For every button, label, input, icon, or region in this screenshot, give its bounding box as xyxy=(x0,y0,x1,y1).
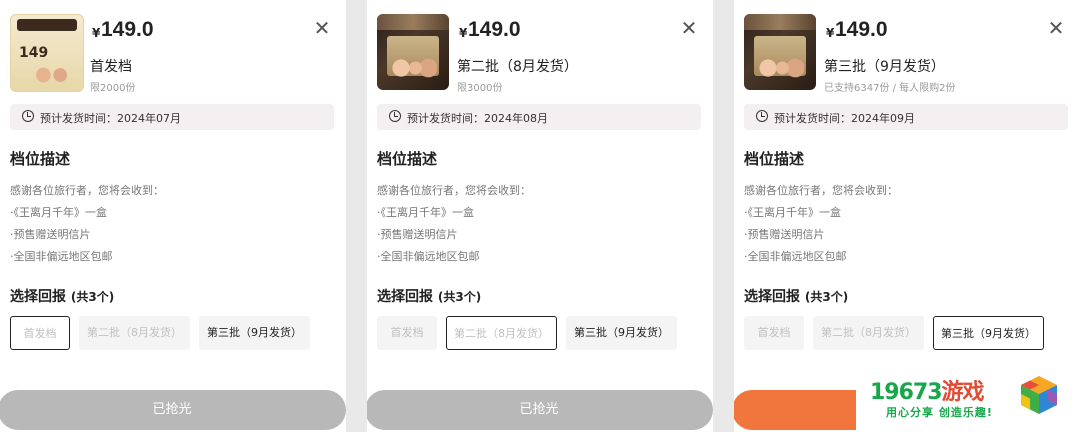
thumbnail-banner xyxy=(17,19,77,31)
tier-limit: 限3000份 xyxy=(457,83,503,94)
option-third-batch[interactable]: 第三批（9月发货） xyxy=(199,316,310,350)
option-count: (共3个) xyxy=(804,290,849,304)
box-lid xyxy=(744,14,816,30)
option-second-batch[interactable]: 第二批（8月发货） xyxy=(79,316,190,350)
shipping-text: 预计发货时间：2024年07月 xyxy=(40,112,181,125)
tier-name: 第三批（9月发货） xyxy=(824,59,945,75)
box-lid xyxy=(377,14,449,30)
option-third-batch[interactable]: 第三批（9月发货） xyxy=(933,316,1044,350)
clock-icon xyxy=(389,110,401,122)
watermark-logo-text: 19673游戏 xyxy=(870,374,985,406)
description-heading: 档位描述 xyxy=(10,150,71,168)
option-first-batch[interactable]: 首发档 xyxy=(744,316,804,350)
product-thumbnail xyxy=(744,14,816,90)
description-line: 感谢各位旅行者，您将会收到： xyxy=(10,184,164,197)
clock-icon xyxy=(756,110,768,122)
select-reward-heading: 选择回报 (共3个) xyxy=(10,286,114,306)
shipping-info: 预计发货时间：2024年07月 xyxy=(10,104,334,130)
option-third-batch[interactable]: 第三批（9月发货） xyxy=(566,316,677,350)
sold-out-button[interactable]: 已抢光 xyxy=(367,390,713,430)
option-second-batch[interactable]: 第二批（8月发货） xyxy=(446,316,557,350)
product-thumbnail xyxy=(377,14,449,90)
tier-name: 第二批（8月发货） xyxy=(457,59,578,75)
price: 149.0 xyxy=(468,18,521,41)
thumbnail-price: 149 xyxy=(19,45,49,61)
cube-logo-icon xyxy=(1021,376,1057,414)
select-reward-heading: 选择回报 (共3个) xyxy=(377,286,481,306)
option-count: (共3个) xyxy=(437,290,482,304)
option-first-batch[interactable]: 首发档 xyxy=(10,316,70,350)
shipping-info: 预计发货时间：2024年09月 xyxy=(744,104,1068,130)
select-heading-text: 选择回报 xyxy=(744,289,800,305)
tier-supporters: 已支持6347份 / 每人限购2份 xyxy=(824,83,956,94)
select-heading-text: 选择回报 xyxy=(10,289,66,305)
option-second-batch[interactable]: 第二批（8月发货） xyxy=(813,316,924,350)
box-figures xyxy=(389,58,437,78)
description-line: 感谢各位旅行者，您将会收到： xyxy=(377,184,531,197)
shipping-info: 预计发货时间：2024年08月 xyxy=(377,104,701,130)
tier-limit: 限2000份 xyxy=(90,83,136,94)
description-line: ·预售赠送明信片 xyxy=(744,228,825,241)
description-line: 感谢各位旅行者，您将会收到： xyxy=(744,184,898,197)
site-watermark: 19673游戏 用心分享 创造乐趣! xyxy=(856,366,1080,432)
currency-symbol: ¥ xyxy=(459,26,468,40)
description-heading: 档位描述 xyxy=(377,150,438,168)
close-icon[interactable]: ✕ xyxy=(679,18,699,38)
reward-panel-second: ¥ 149.0 第二批（8月发货） 限3000份 ✕ 预计发货时间：2024年0… xyxy=(367,0,713,432)
thumbnail-figures xyxy=(29,65,77,85)
clock-icon xyxy=(22,110,34,122)
shipping-text: 预计发货时间：2024年09月 xyxy=(774,112,915,125)
box-figures xyxy=(756,58,804,78)
currency-symbol: ¥ xyxy=(826,26,835,40)
description-heading: 档位描述 xyxy=(744,150,805,168)
shipping-text: 预计发货时间：2024年08月 xyxy=(407,112,548,125)
close-icon[interactable]: ✕ xyxy=(312,18,332,38)
description-line: ·全国非偏远地区包邮 xyxy=(10,250,113,263)
description-line: ·预售赠送明信片 xyxy=(377,228,458,241)
tier-name: 首发档 xyxy=(90,59,132,75)
select-reward-heading: 选择回报 (共3个) xyxy=(744,286,848,306)
description-line: ·全国非偏远地区包邮 xyxy=(744,250,847,263)
product-thumbnail: 149 xyxy=(10,14,84,92)
option-count: (共3个) xyxy=(70,290,115,304)
description-line: ·《王离月千年》一盒 xyxy=(377,206,474,219)
description-line: ·《王离月千年》一盒 xyxy=(744,206,841,219)
description-line: ·《王离月千年》一盒 xyxy=(10,206,107,219)
currency-symbol: ¥ xyxy=(92,26,101,40)
watermark-brand: 游戏 xyxy=(941,380,985,405)
close-icon[interactable]: ✕ xyxy=(1046,18,1066,38)
watermark-number: 19673 xyxy=(870,380,943,405)
description-line: ·全国非偏远地区包邮 xyxy=(377,250,480,263)
price: 149.0 xyxy=(835,18,888,41)
sold-out-button[interactable]: 已抢光 xyxy=(0,390,346,430)
option-first-batch[interactable]: 首发档 xyxy=(377,316,437,350)
price: 149.0 xyxy=(101,18,154,41)
description-line: ·预售赠送明信片 xyxy=(10,228,91,241)
select-heading-text: 选择回报 xyxy=(377,289,433,305)
reward-panel-first: 149 ¥ 149.0 首发档 限2000份 ✕ 预计发货时间：2024年07月… xyxy=(0,0,346,432)
watermark-tagline: 用心分享 创造乐趣! xyxy=(886,406,993,419)
